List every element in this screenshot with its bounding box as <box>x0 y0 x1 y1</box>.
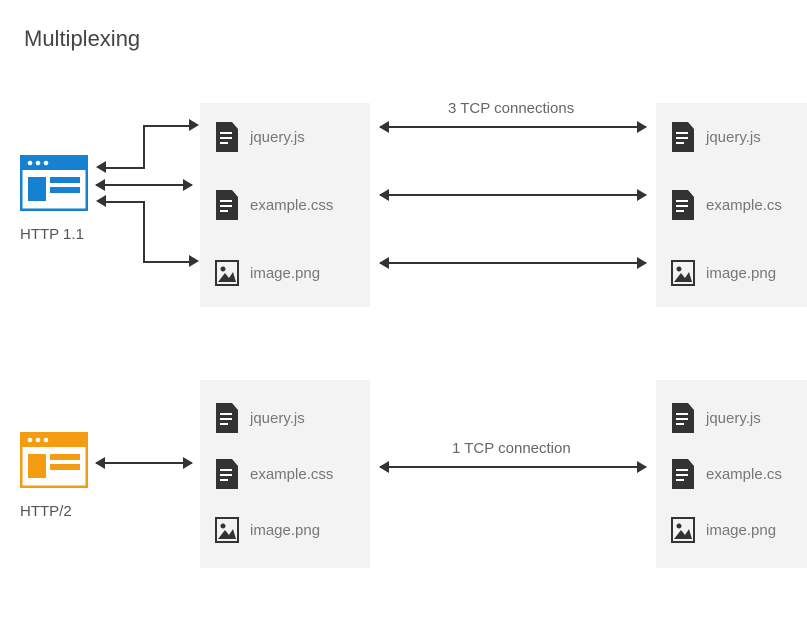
http1-label: HTTP 1.1 <box>20 226 84 243</box>
http1-conn-label: 3 TCP connections <box>448 100 574 117</box>
http1-left-file-2: image.png <box>200 239 370 307</box>
http1-left-file-1: example.css <box>200 171 370 239</box>
http1-conn-arrow-0 <box>380 126 646 128</box>
file-label: jquery.js <box>706 410 761 427</box>
http2-conn-arrow <box>380 466 646 468</box>
image-icon <box>670 258 696 288</box>
http1-right-file-0: jquery.js <box>656 103 807 171</box>
document-icon <box>670 459 696 489</box>
document-icon <box>670 122 696 152</box>
http2-left-files: jquery.js example.css image.png <box>200 380 370 568</box>
file-label: jquery.js <box>250 129 305 146</box>
file-label: jquery.js <box>250 410 305 427</box>
image-icon <box>670 515 696 545</box>
image-icon <box>214 258 240 288</box>
document-icon <box>214 403 240 433</box>
http1-right-file-2: image.png <box>656 239 807 307</box>
file-label: image.png <box>250 265 320 282</box>
file-label: jquery.js <box>706 129 761 146</box>
file-label: image.png <box>250 522 320 539</box>
document-icon <box>670 190 696 220</box>
browser-icon-http1 <box>20 155 88 211</box>
http1-left-file-0: jquery.js <box>200 103 370 171</box>
http1-browser-arrow-mid <box>96 184 192 186</box>
file-label: example.css <box>250 466 333 483</box>
http1-conn-arrow-1 <box>380 194 646 196</box>
document-icon <box>214 190 240 220</box>
diagram-title: Multiplexing <box>24 26 140 52</box>
file-label: image.png <box>706 265 776 282</box>
image-icon <box>214 515 240 545</box>
file-label: example.cs <box>706 197 782 214</box>
file-label: image.png <box>706 522 776 539</box>
document-icon <box>214 122 240 152</box>
http2-conn-label: 1 TCP connection <box>452 440 571 457</box>
http2-label: HTTP/2 <box>20 503 72 520</box>
document-icon <box>214 459 240 489</box>
browser-icon-http2 <box>20 432 88 488</box>
file-label: example.css <box>250 197 333 214</box>
http2-right-files: jquery.js example.cs image.png <box>656 380 807 568</box>
document-icon <box>670 403 696 433</box>
http1-conn-arrow-2 <box>380 262 646 264</box>
http1-right-file-1: example.cs <box>656 171 807 239</box>
http2-browser-arrow <box>96 462 192 464</box>
file-label: example.cs <box>706 466 782 483</box>
